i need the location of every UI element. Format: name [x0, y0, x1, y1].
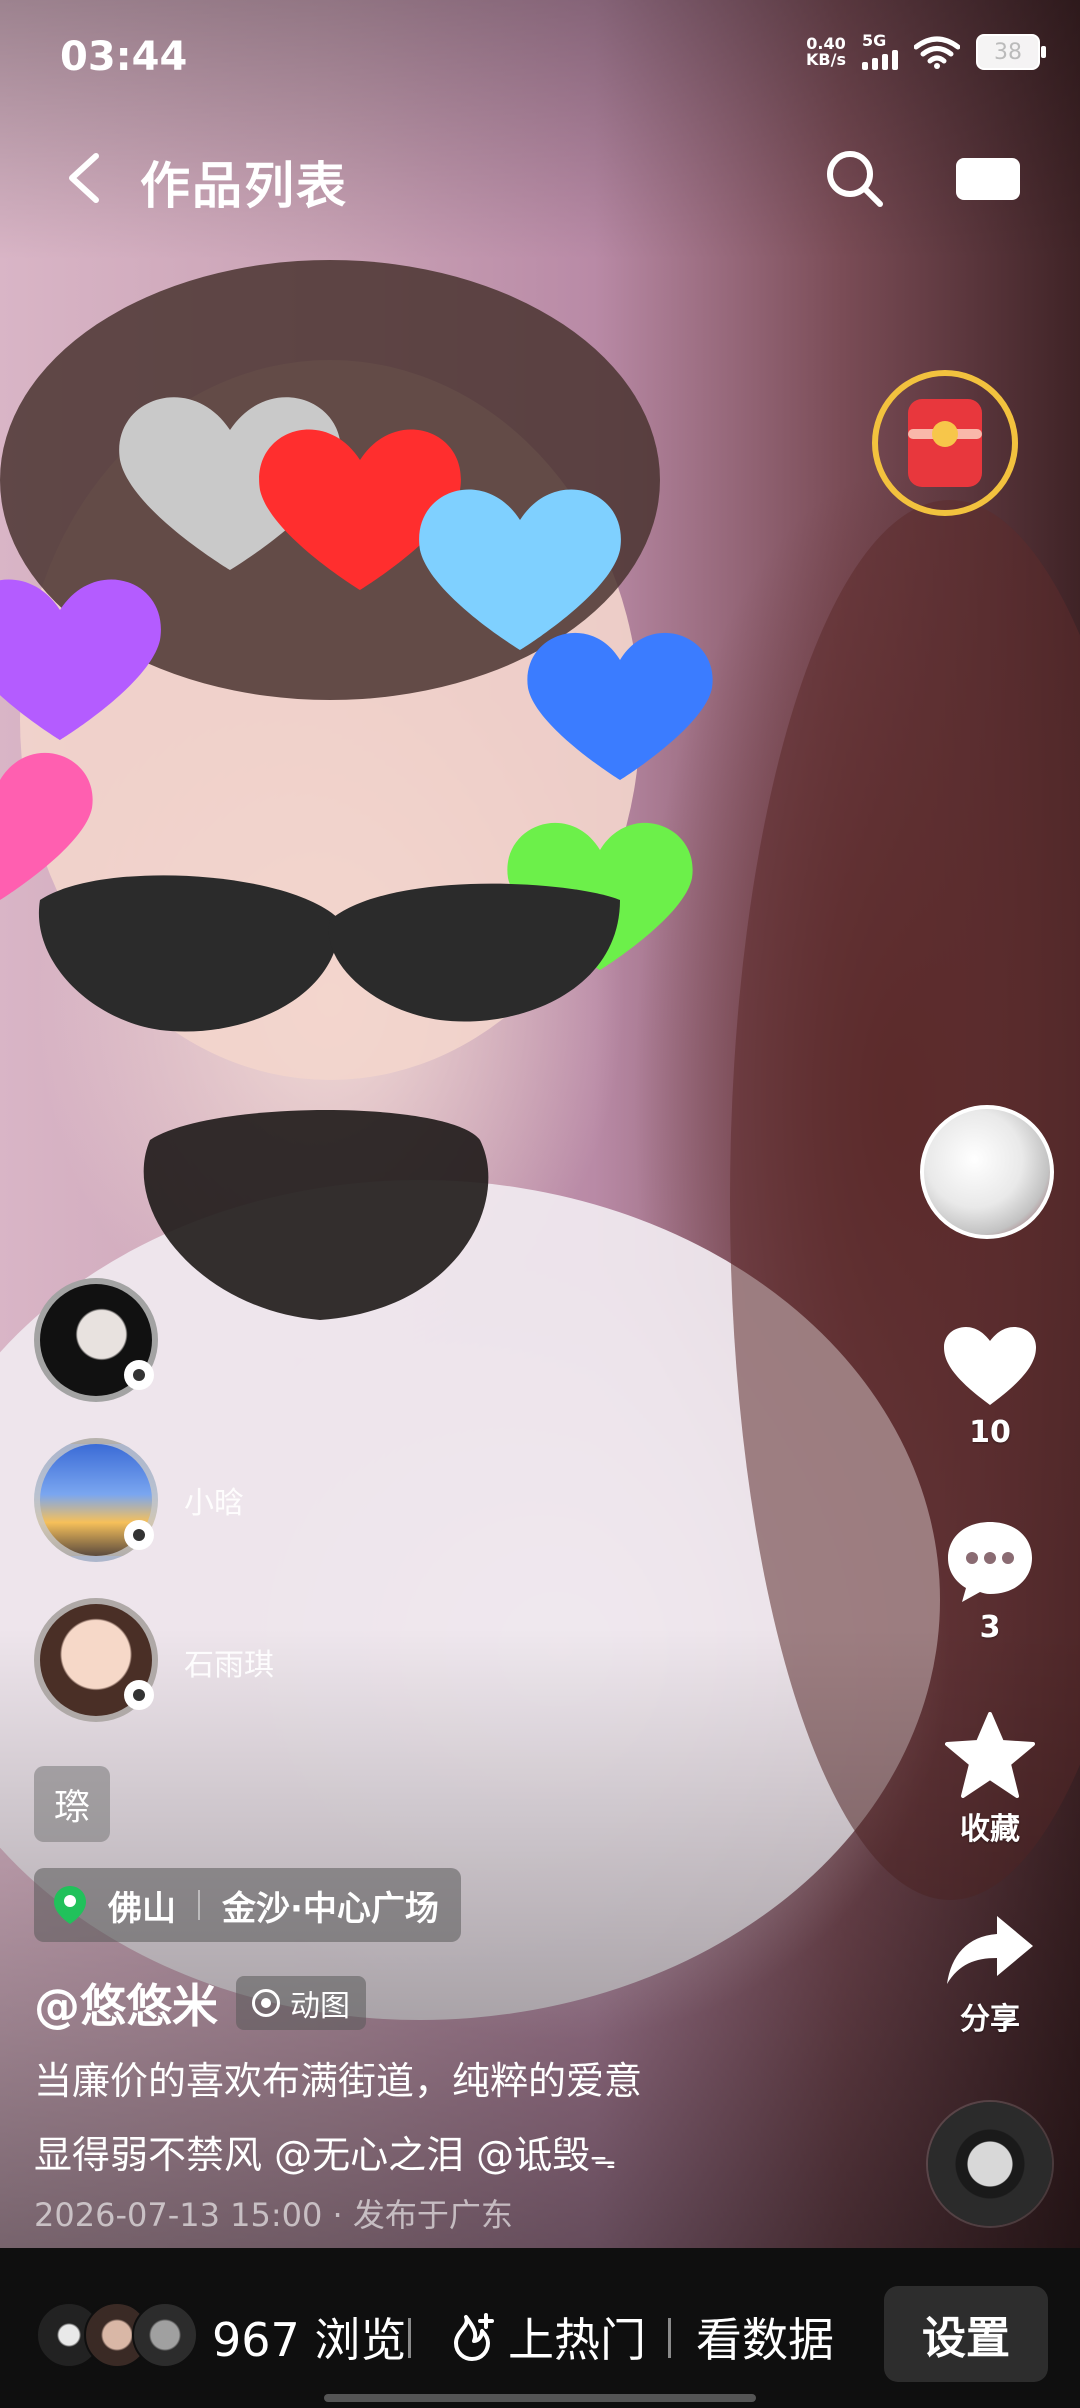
chevron-left-icon[interactable] [56, 148, 116, 208]
publish-location: · 发布于广东 [332, 2196, 513, 2234]
description-text: 显得弱不禁风 @无心之泪 @诋毁 [34, 2133, 591, 2177]
author-row: @悠悠米 动图 [34, 1970, 366, 2036]
search-icon[interactable] [822, 146, 886, 210]
eye-icon [124, 1520, 154, 1550]
eye-icon [124, 1360, 154, 1390]
favorite-label: 收藏 [960, 1812, 1020, 1847]
author-avatar[interactable] [920, 1105, 1054, 1239]
battery-level: 38 [994, 39, 1022, 65]
top-nav: 作品列表 [0, 130, 1080, 230]
visitor-name[interactable]: 小晗 [184, 1478, 244, 1522]
network-type: 5G [862, 31, 887, 50]
comment-count: 3 [979, 1610, 1001, 1645]
description-line: 当廉价的喜欢布满街道，纯粹的爱意 [34, 2059, 643, 2103]
star-icon [945, 1712, 1035, 1798]
location-city: 佛山 [108, 1888, 176, 1929]
cast-icon[interactable] [952, 152, 1024, 206]
cellular-signal: 5G [862, 31, 898, 70]
share-label: 分享 [960, 2002, 1020, 2037]
flame-plus-icon [454, 2313, 494, 2361]
visitor-avatar[interactable] [34, 1598, 158, 1722]
red-envelope-icon [908, 399, 982, 487]
red-packet-button[interactable] [872, 370, 1018, 516]
status-bar: 03:44 0.40 KB/s 5G 38 [0, 0, 1080, 100]
home-indicator[interactable] [324, 2394, 756, 2402]
comment-icon [948, 1522, 1032, 1602]
visitor-name[interactable]: 石雨琪 [184, 1640, 274, 1684]
page-title: 作品列表 [140, 157, 348, 215]
divider [668, 2318, 671, 2358]
visitor-avatar[interactable] [34, 1278, 158, 1402]
network-speed-unit: KB/s [806, 50, 846, 69]
viewer-avatar [132, 2302, 198, 2368]
heart-icon [944, 1327, 1036, 1405]
view-stats-button[interactable]: 看数据 [696, 2304, 834, 2370]
author-name[interactable]: @悠悠米 [34, 1970, 218, 2036]
promote-label: 上热门 [508, 2313, 646, 2367]
bottom-bar: 967 浏览 上热门 看数据 设置 [0, 2248, 1080, 2408]
comment-button[interactable]: 3 [930, 1518, 1050, 1645]
video-stage[interactable]: 03:44 0.40 KB/s 5G 38 作品列表 10 3 收藏 分享 小晗… [0, 0, 1080, 2408]
emoji-tag[interactable]: 㻮 [34, 1766, 110, 1842]
like-count: 10 [969, 1415, 1011, 1450]
like-button[interactable]: 10 [930, 1325, 1050, 1450]
share-button[interactable]: 分享 [930, 1912, 1050, 2038]
settings-button[interactable]: 设置 [884, 2286, 1048, 2382]
signal-bars-icon [862, 48, 898, 70]
live-photo-icon [252, 1989, 280, 2017]
divider [408, 2318, 411, 2358]
animated-badge: 动图 [236, 1976, 366, 2030]
favorite-button[interactable]: 收藏 [930, 1712, 1050, 1848]
animated-badge-label: 动图 [290, 1989, 350, 2024]
description-symbol: ᯓ [590, 2145, 616, 2175]
location-pin-icon [54, 1886, 86, 1924]
eye-icon [124, 1680, 154, 1710]
video-description[interactable]: 当廉价的喜欢布满街道，纯粹的爱意 显得弱不禁风 @无心之泪 @诋毁ᯓ [34, 2044, 794, 2197]
views-count[interactable]: 967 浏览 [212, 2304, 406, 2370]
publish-date: 2026-07-13 15:00 [34, 2196, 323, 2234]
status-time: 03:44 [60, 34, 188, 80]
promote-button[interactable]: 上热门 [444, 2304, 646, 2370]
viewer-avatars[interactable] [36, 2302, 198, 2368]
music-disc[interactable] [928, 2102, 1052, 2226]
battery-icon: 38 [976, 34, 1046, 70]
wifi-icon [914, 36, 960, 69]
network-speed: 0.40 KB/s [806, 36, 846, 68]
visitor-avatar[interactable] [34, 1438, 158, 1562]
location-place: 金沙·中心广场 [222, 1888, 439, 1929]
status-icons: 0.40 KB/s 5G 38 [806, 31, 1046, 70]
publish-meta: 2026-07-13 15:00 · 发布于广东 [34, 2190, 513, 2236]
location-chip[interactable]: 佛山 金沙·中心广场 [34, 1868, 461, 1942]
share-arrow-icon [947, 1916, 1033, 1984]
description-line: 显得弱不禁风 @无心之泪 @诋毁ᯓ [34, 2118, 794, 2197]
location-divider [198, 1890, 200, 1920]
